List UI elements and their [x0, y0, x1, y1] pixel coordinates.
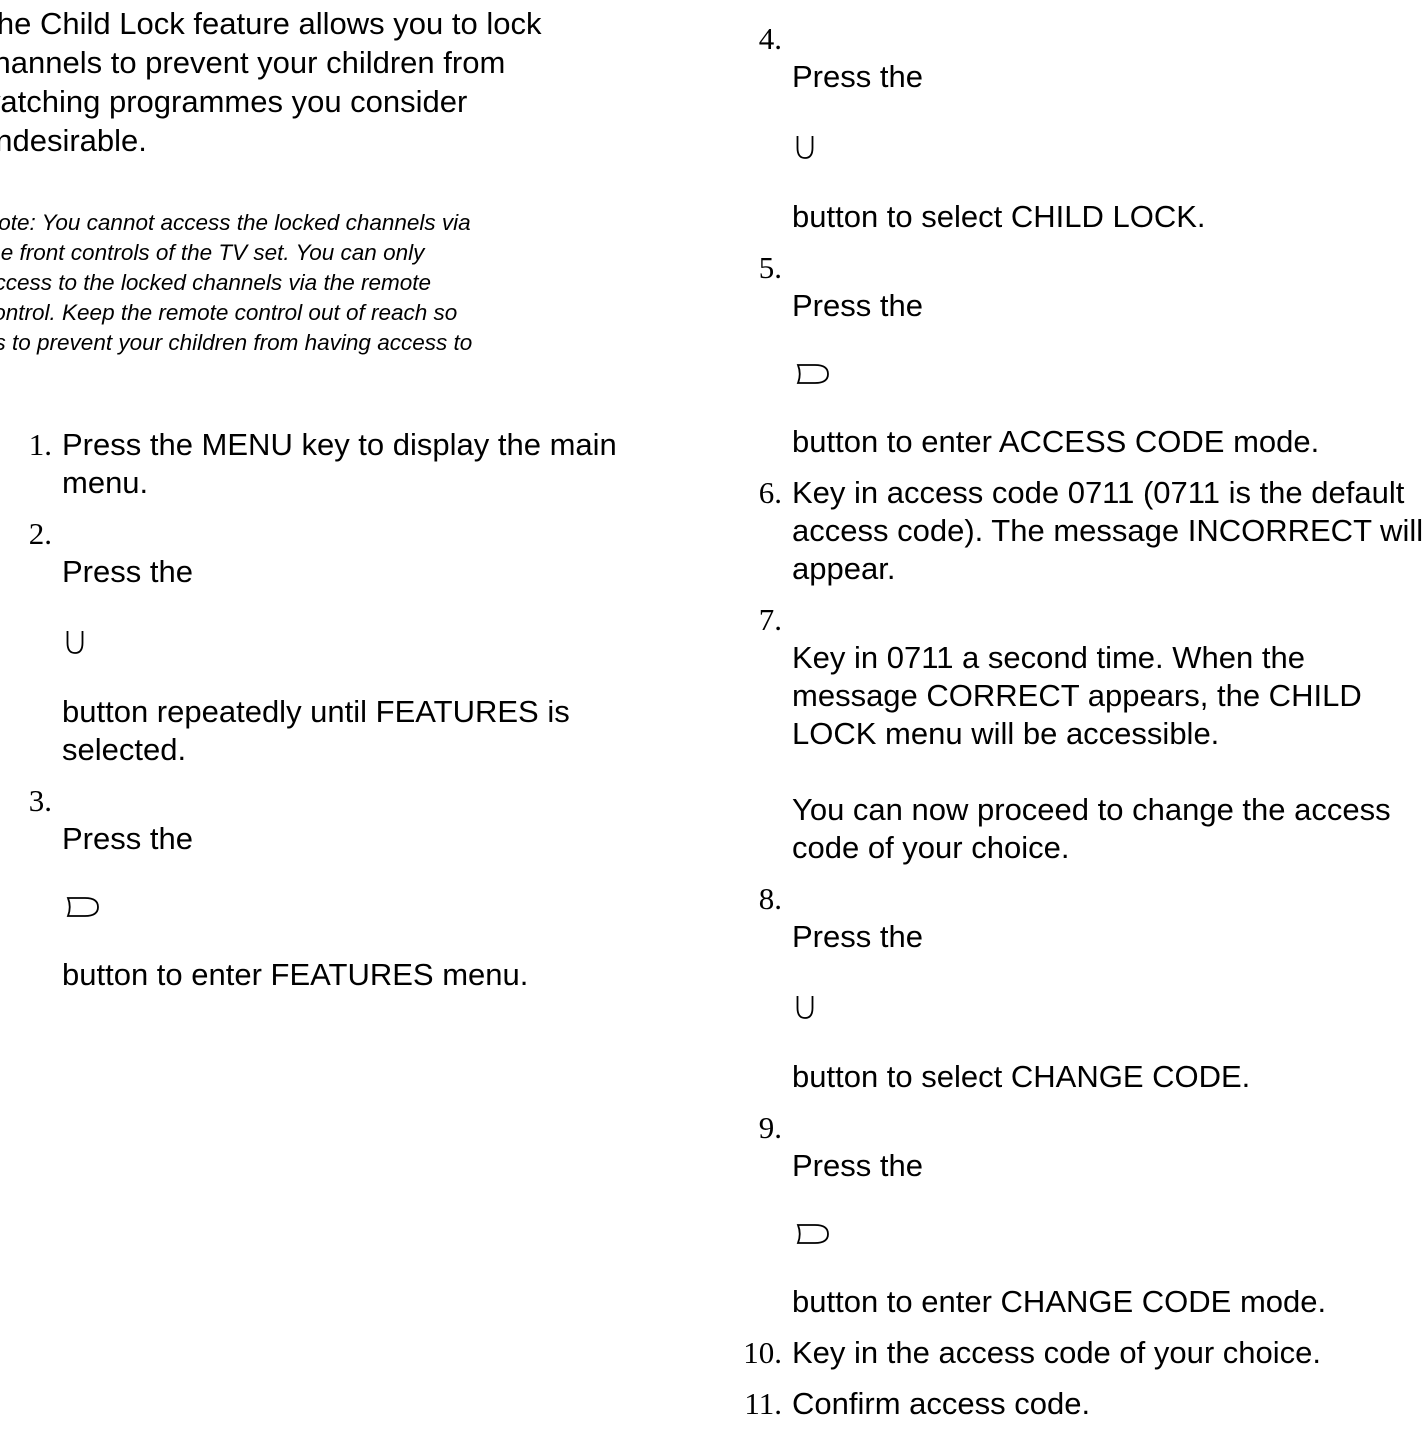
step-1: 1. Press the MENU key to display the mai…	[0, 426, 680, 502]
step-text-pre: Press the	[792, 919, 923, 954]
step-text-post: button to enter CHANGE CODE mode.	[792, 1284, 1327, 1319]
step-3: 3. Press the button to enter FEATURES me…	[0, 782, 680, 994]
step-extra-text: You can now proceed to change the access…	[792, 792, 1391, 865]
step-number: 11.	[744, 1386, 782, 1421]
step-text-pre: Press the	[62, 821, 193, 856]
step-text-post: button to select CHILD LOCK.	[792, 199, 1206, 234]
steps-list-right: 4. Press the button to select CHILD LOCK…	[720, 20, 1425, 1436]
step-8: 8. Press the button to select CHANGE COD…	[720, 880, 1425, 1096]
right-cursor-icon	[795, 1185, 831, 1283]
step-2: 2. Press the button repeatedly until FEA…	[0, 515, 680, 769]
step-number: 7.	[758, 602, 782, 637]
step-text: Key in the access code of your choice.	[792, 1335, 1322, 1370]
step-text-post: button to enter FEATURES menu.	[62, 957, 529, 992]
step-number: 6.	[758, 475, 782, 510]
down-cursor-icon	[65, 591, 85, 693]
step-4: 4. Press the button to select CHILD LOCK…	[720, 20, 1425, 236]
step-text-post: button to enter ACCESS CODE mode.	[792, 424, 1320, 459]
note-paragraph: Note: You cannot access the locked chann…	[0, 210, 473, 355]
step-text-post: button repeatedly until FEATURES is sele…	[62, 694, 570, 767]
down-cursor-icon	[795, 956, 815, 1058]
step-text-pre: Press the	[792, 288, 923, 323]
right-cursor-icon	[795, 325, 831, 423]
step-number: 5.	[758, 250, 782, 285]
step-number: 9.	[758, 1110, 782, 1145]
step-text: Key in 0711 a second time. When the mess…	[792, 640, 1362, 751]
right-cursor-icon	[65, 858, 101, 956]
step-number: 3.	[28, 783, 52, 818]
intro-paragraph: The Child Lock feature allows you to loc…	[0, 6, 542, 158]
step-5: 5. Press the button to enter ACCESS CODE…	[720, 249, 1425, 461]
step-number: 2.	[28, 516, 52, 551]
steps-list-left: 1. Press the MENU key to display the mai…	[0, 426, 680, 1007]
step-number: 10.	[743, 1335, 782, 1370]
step-number: 1.	[28, 427, 52, 462]
step-text: Press the MENU key to display the main m…	[62, 427, 617, 500]
step-7: 7. Key in 0711 a second time. When the m…	[720, 601, 1425, 867]
down-cursor-icon	[795, 96, 815, 198]
step-text: Confirm access code.	[792, 1386, 1091, 1421]
step-text-post: button to select CHANGE CODE.	[792, 1059, 1251, 1094]
step-number: 4.	[758, 21, 782, 56]
step-text-pre: Press the	[792, 59, 923, 94]
step-text-pre: Press the	[792, 1148, 923, 1183]
step-number: 8.	[758, 881, 782, 916]
step-text: Key in access code 0711 (0711 is the def…	[792, 475, 1424, 586]
step-11: 11. Confirm access code.	[720, 1385, 1425, 1423]
step-9: 9. Press the button to enter CHANGE CODE…	[720, 1109, 1425, 1321]
step-text-pre: Press the	[62, 554, 193, 589]
step-6: 6. Key in access code 0711 (0711 is the …	[720, 474, 1425, 588]
step-10: 10. Key in the access code of your choic…	[720, 1334, 1425, 1372]
